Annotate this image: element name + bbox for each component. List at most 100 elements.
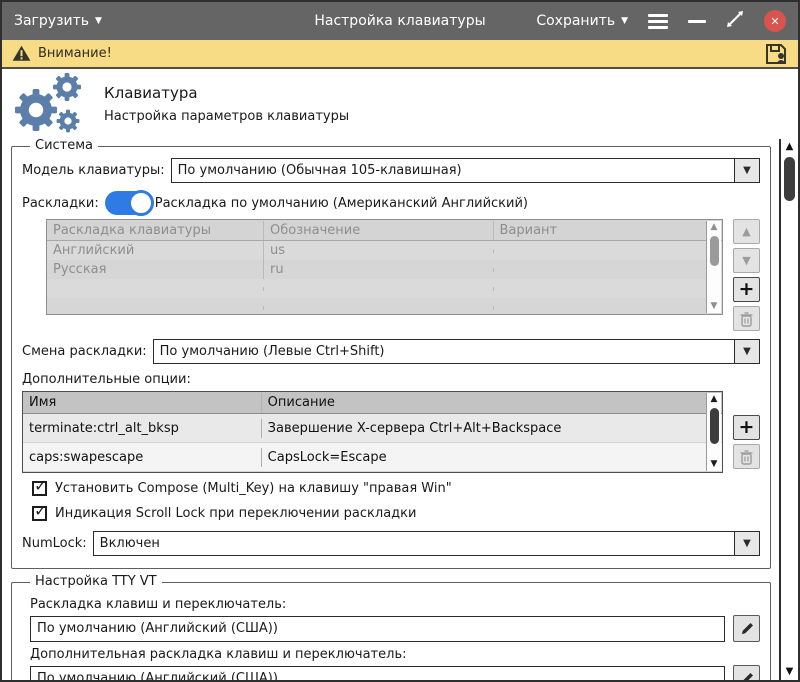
default-layout-toggle-text: Раскладка по умолчанию (Американский Анг…	[155, 196, 528, 211]
delete-layout-button[interactable]	[733, 306, 760, 331]
floppy-save-icon[interactable]	[764, 42, 788, 66]
checkmark-icon: ✓	[34, 501, 47, 520]
switch-layout-select[interactable]: По умолчанию (Левые Ctrl+Shift) ▼	[153, 339, 760, 364]
options-table: Имя Описание terminate:ctrl_alt_bksp Зав…	[22, 391, 723, 473]
checkmark-icon: ✓	[34, 476, 47, 495]
tty-layout-label: Раскладка клавиш и переключатель:	[30, 597, 760, 612]
cell-code: us	[263, 241, 493, 260]
page-subtitle: Настройка параметров клавиатуры	[104, 109, 349, 124]
add-layout-button[interactable]: +	[733, 277, 760, 302]
gears-icon	[10, 72, 88, 136]
cell-option-description: CapsLock=Escape	[261, 448, 722, 467]
minimize-icon	[688, 20, 706, 23]
compose-checkbox-row[interactable]: ✓ Установить Compose (Multi_Key) на клав…	[32, 481, 760, 496]
system-group-legend: Система	[30, 139, 98, 153]
table-row[interactable]: Английский us	[47, 241, 722, 260]
caret-down-icon: ▼	[95, 17, 102, 26]
plus-icon: +	[739, 418, 755, 437]
trash-icon	[739, 449, 754, 465]
arrow-down-icon: ▼	[742, 254, 750, 267]
page-title: Клавиатура	[104, 84, 349, 102]
numlock-value: Включен	[94, 536, 734, 551]
keyboard-model-label: Модель клавиатуры:	[22, 163, 165, 178]
cell-variant	[493, 249, 723, 253]
cell-layout: Русская	[47, 260, 263, 279]
column-header: Имя	[23, 393, 261, 412]
tty-group-legend: Настройка TTY VT	[30, 574, 162, 589]
table-row[interactable]: caps:swapescape CapsLock=Escape	[23, 443, 722, 472]
scrollbar-thumb[interactable]	[710, 236, 719, 266]
compose-checkbox[interactable]: ✓	[32, 481, 47, 496]
warning-bar: Внимание!	[2, 40, 798, 69]
scroll-down-icon[interactable]: ▼	[786, 664, 794, 680]
close-button[interactable]: ✕	[764, 10, 786, 32]
scrolllock-checkbox-row[interactable]: ✓ Индикация Scroll Lock при переключении…	[32, 506, 760, 521]
titlebar: Загрузить ▼ Настройка клавиатуры Сохрани…	[2, 2, 798, 40]
default-layout-toggle[interactable]	[105, 191, 151, 215]
column-header: Раскладка клавиатуры	[47, 221, 263, 240]
table-row[interactable]: Русская ru	[47, 260, 722, 279]
pencil-icon	[739, 621, 755, 637]
cell-code: ru	[263, 260, 493, 279]
scroll-down-icon[interactable]: ▼	[711, 300, 718, 313]
options-table-scrollbar[interactable]: ▲ ▼	[706, 393, 721, 471]
plus-icon: +	[739, 280, 755, 299]
layouts-table-header: Раскладка клавиатуры Обозначение Вариант	[47, 220, 722, 241]
minimize-button[interactable]	[688, 20, 706, 23]
move-up-button[interactable]: ▲	[733, 219, 760, 244]
pencil-icon	[739, 671, 755, 681]
scroll-down-icon[interactable]: ▼	[711, 458, 718, 471]
arrow-up-icon: ▲	[742, 225, 750, 238]
scrolllock-checkbox-label: Индикация Scroll Lock при переключении р…	[55, 506, 416, 521]
chevron-down-icon: ▼	[743, 538, 751, 549]
tty-layout-field: По умолчанию (Английский (США))	[30, 616, 725, 642]
keyboard-model-value: По умолчанию (Обычная 105-клавишная)	[172, 163, 734, 178]
move-down-button[interactable]: ▼	[733, 248, 760, 273]
settings-page: Система Модель клавиатуры: По умолчанию …	[2, 139, 779, 680]
scroll-up-icon[interactable]: ▲	[711, 221, 718, 234]
caret-down-icon: ▼	[621, 17, 628, 26]
save-menu-label: Сохранить	[536, 13, 615, 29]
scroll-up-icon[interactable]: ▲	[786, 139, 794, 155]
toggle-knob-icon	[128, 190, 154, 216]
keyboard-model-select[interactable]: По умолчанию (Обычная 105-клавишная) ▼	[171, 158, 760, 183]
system-group: Система Модель клавиатуры: По умолчанию …	[11, 146, 771, 569]
tty-extra-layout-value: По умолчанию (Английский (США))	[37, 671, 278, 680]
load-menu-button[interactable]: Загрузить ▼	[14, 13, 102, 29]
scroll-up-icon[interactable]: ▲	[711, 393, 718, 406]
tty-layout-edit-button[interactable]	[733, 615, 760, 642]
extra-options-label: Дополнительные опции:	[22, 372, 760, 387]
cell-option-name: caps:swapescape	[23, 448, 261, 467]
layouts-label: Раскладки:	[22, 196, 99, 211]
save-menu-button[interactable]: Сохранить ▼	[536, 13, 628, 29]
cell-option-description: Завершение X-сервера Ctrl+Alt+Backspace	[261, 419, 722, 438]
hamburger-menu-icon[interactable]	[648, 14, 668, 29]
tty-group: Настройка TTY VT Раскладка клавиш и пере…	[11, 582, 771, 680]
column-header: Описание	[261, 393, 722, 412]
column-header: Обозначение	[263, 221, 493, 240]
tty-extra-layout-edit-button[interactable]	[733, 665, 760, 680]
main-scrollbar[interactable]: ▲ ▼	[779, 139, 798, 680]
numlock-select[interactable]: Включен ▼	[93, 531, 760, 556]
switch-layout-label: Смена раскладки:	[22, 344, 147, 359]
delete-option-button[interactable]	[733, 444, 760, 469]
scrolllock-checkbox[interactable]: ✓	[32, 506, 47, 521]
tty-extra-layout-label: Дополнительная раскладка клавиш и перекл…	[30, 647, 760, 662]
numlock-label: NumLock:	[22, 536, 87, 551]
close-icon: ✕	[770, 15, 779, 28]
app-header: Клавиатура Настройка параметров клавиату…	[2, 69, 798, 139]
warning-triangle-icon	[12, 45, 31, 62]
cell-option-name: terminate:ctrl_alt_bksp	[23, 419, 261, 438]
options-table-header: Имя Описание	[23, 392, 722, 414]
scrollbar-thumb[interactable]	[784, 157, 795, 201]
warning-text: Внимание!	[38, 46, 112, 61]
layouts-table-scrollbar[interactable]: ▲ ▼	[706, 221, 721, 313]
switch-layout-value: По умолчанию (Левые Ctrl+Shift)	[154, 344, 734, 359]
add-option-button[interactable]: +	[733, 415, 760, 440]
maximize-button[interactable]	[726, 10, 744, 32]
table-row[interactable]: terminate:ctrl_alt_bksp Завершение X-сер…	[23, 414, 722, 443]
tty-extra-layout-field: По умолчанию (Английский (США))	[30, 666, 725, 681]
cell-variant	[493, 268, 723, 272]
scrollbar-thumb[interactable]	[710, 408, 719, 444]
column-header: Вариант	[493, 221, 723, 240]
